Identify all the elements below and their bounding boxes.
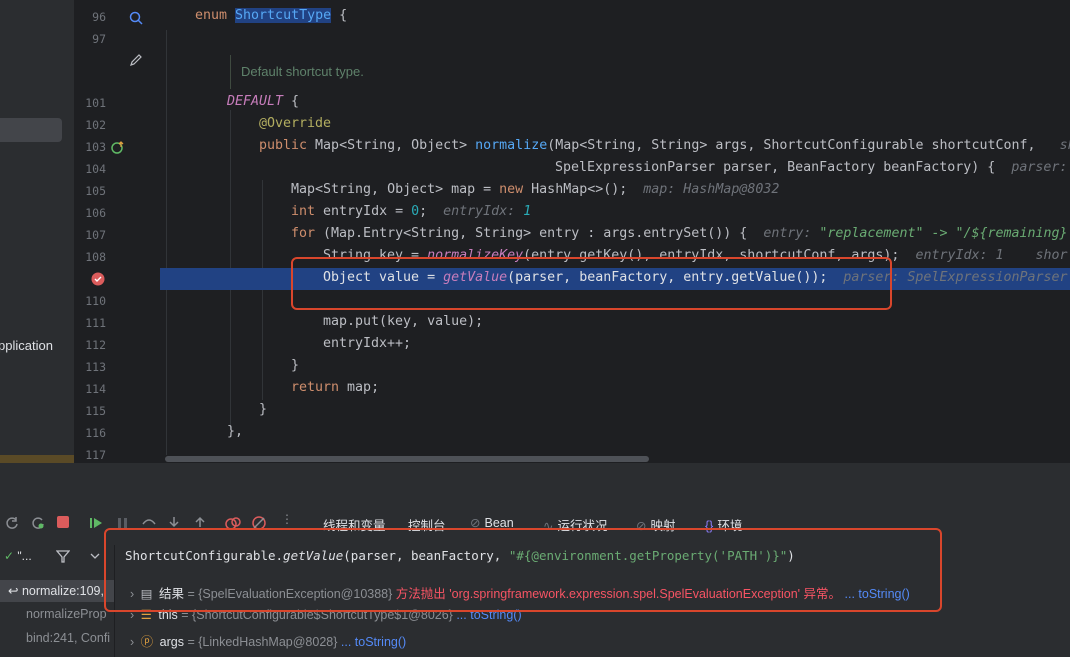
line-number: 102: [85, 118, 106, 132]
code-line-106: int entryIdx = 0; entryIdx: 1: [291, 204, 531, 219]
check-icon: ✓: [4, 549, 18, 563]
chevron-down-icon[interactable]: [90, 551, 100, 561]
code-text: (Map.Entry<String, String> entry : args.…: [323, 226, 748, 241]
code-text: map;: [347, 380, 380, 395]
code-line-105: Map<String, Object> map = new HashMap<>(…: [291, 182, 779, 197]
edit-pencil-icon[interactable]: [129, 53, 143, 67]
code-text: ;: [419, 204, 428, 219]
line-number: 116: [85, 426, 106, 440]
indent-guide: [262, 180, 263, 400]
inlay-hint-value: "replacement" -> "/${remaining}: [819, 226, 1068, 241]
filter-icon[interactable]: [56, 549, 70, 563]
code-line-107: for (Map.Entry<String, String> entry : a…: [291, 226, 1068, 241]
line-number: 97: [92, 32, 106, 46]
variable-name: args: [159, 635, 184, 649]
code-line-104: SpelExpressionParser parser, BeanFactory…: [555, 160, 1067, 175]
annotation-box-debug: [104, 528, 942, 612]
stop-icon[interactable]: [56, 515, 70, 529]
code-line-111: map.put(key, value);: [323, 314, 484, 329]
frame-item[interactable]: ↩ normalize:109,: [8, 583, 104, 598]
frame-item[interactable]: bind:241, Confi: [26, 631, 110, 645]
chevron-right-icon[interactable]: ›: [130, 635, 134, 649]
breakpoint-icon[interactable]: [90, 271, 106, 287]
tostring-link[interactable]: ... toString(): [341, 635, 406, 649]
rerun-icon[interactable]: [4, 515, 20, 531]
doc-comment: Default shortcut type.: [230, 55, 364, 89]
code-line-101: DEFAULT {: [227, 94, 299, 109]
code-text: (Map<String, String> args, ShortcutConfi…: [547, 138, 1036, 153]
thread-name: "...: [17, 549, 32, 563]
line-number: 110: [85, 294, 106, 308]
line-number: 115: [85, 404, 106, 418]
return-icon: ↩: [8, 584, 22, 598]
project-highlight-stripe: [0, 455, 74, 463]
line-number: 117: [85, 448, 106, 462]
line-number: 114: [85, 382, 106, 396]
code-text: Map<String, Object>: [315, 138, 476, 153]
more-options-icon[interactable]: ⋮: [281, 512, 293, 526]
line-number: 104: [85, 162, 106, 176]
code-line-116: },: [227, 424, 244, 439]
keyword: return: [291, 380, 348, 395]
number-literal: 0: [411, 204, 420, 219]
inlay-hint: entry:: [763, 226, 820, 241]
line-number: 103: [85, 140, 106, 154]
selected-identifier[interactable]: ShortcutType: [235, 8, 332, 23]
line-number: 96: [92, 10, 106, 24]
inlay-hint: shor: [1059, 138, 1070, 153]
keyword: new: [499, 182, 532, 197]
rerun-debug-icon[interactable]: [30, 515, 46, 531]
keyword: public: [259, 138, 316, 153]
frame-label: normalize:109,: [21, 584, 104, 598]
line-number: 111: [85, 316, 106, 330]
override-icon[interactable]: [110, 140, 126, 156]
line-number: 108: [85, 250, 106, 264]
inlay-hint: entryIdx: 1 shor: [915, 248, 1068, 263]
line-number: 101: [85, 96, 106, 110]
annotation-box-code: [291, 257, 892, 310]
implementations-icon[interactable]: [128, 10, 144, 26]
thread-selector[interactable]: ✓ "...: [4, 549, 32, 563]
variable-value: = {LinkedHashMap@8028}: [183, 635, 341, 649]
keyword: for: [291, 226, 324, 241]
parameter-icon: ⓟ: [140, 635, 154, 649]
horizontal-scrollbar[interactable]: [165, 456, 649, 462]
code-text: HashMap<>();: [531, 182, 628, 197]
enum-constant: DEFAULT: [227, 94, 284, 109]
project-panel: pplication: [0, 0, 74, 463]
project-item-application[interactable]: pplication: [0, 338, 53, 353]
inlay-hint: entryIdx:: [443, 204, 524, 219]
code-line-102: @Override: [259, 116, 332, 131]
keyword: enum: [195, 8, 236, 23]
method-name: normalize: [475, 138, 548, 153]
code-text: Map<String, Object> map =: [291, 182, 500, 197]
code-line-103: public Map<String, Object> normalize(Map…: [259, 138, 1070, 153]
code-line-113: }: [291, 358, 300, 373]
keyword: int: [291, 204, 324, 219]
code-text: {: [331, 8, 348, 23]
code-line-114: return map;: [291, 380, 379, 395]
frame-item[interactable]: normalizeProp: [26, 607, 107, 621]
indent-guide: [166, 30, 167, 455]
line-number: 112: [85, 338, 106, 352]
resume-icon[interactable]: [88, 515, 104, 531]
inlay-hint: map: HashMap@8032: [643, 182, 780, 197]
line-number: 105: [85, 184, 106, 198]
line-number: 107: [85, 228, 106, 242]
variable-row[interactable]: › ⓟ args = {LinkedHashMap@8028} ... toSt…: [130, 631, 406, 650]
line-number: 113: [85, 360, 106, 374]
code-line-115: }: [259, 402, 268, 417]
code-text: {: [283, 94, 300, 109]
code-line-112: entryIdx++;: [323, 336, 412, 351]
line-number: 106: [85, 206, 106, 220]
project-selected-item[interactable]: [0, 118, 62, 142]
inlay-hint: parser:: [1011, 160, 1068, 175]
inlay-hint-value: 1: [523, 204, 532, 219]
code-text: entryIdx =: [323, 204, 412, 219]
code-text: SpelExpressionParser parser, BeanFactory…: [555, 160, 996, 175]
code-line-96: enum ShortcutType {: [195, 8, 347, 23]
